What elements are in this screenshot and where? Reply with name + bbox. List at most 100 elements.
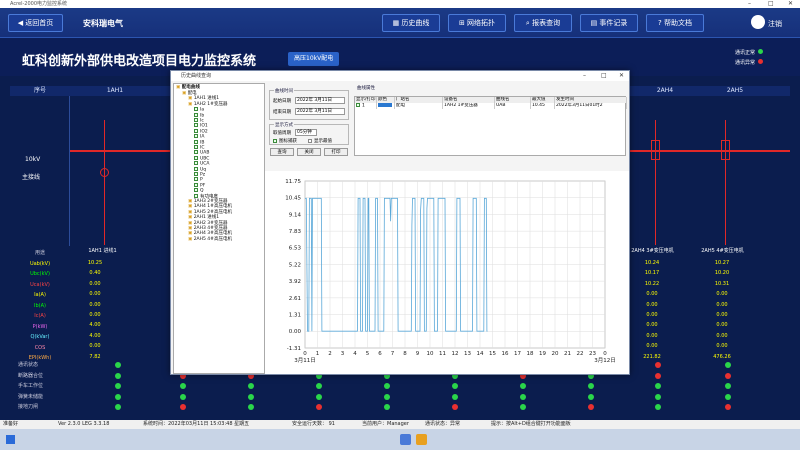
- start-date-label: 起始日期: [273, 99, 291, 104]
- prop-cell-color[interactable]: [377, 103, 395, 109]
- x-tick-label: 12: [452, 351, 459, 357]
- x-tick-label: 10: [427, 351, 434, 357]
- value-ia: 0.00: [89, 291, 101, 298]
- checkbox-checked-icon: [194, 112, 198, 117]
- query-button[interactable]: 查询: [270, 148, 294, 156]
- checkbox-checked-icon: [194, 118, 198, 122]
- checkbox-checked-icon: [194, 134, 198, 139]
- status-indicator-dot: [384, 393, 390, 400]
- maximize-button[interactable]: □: [768, 0, 774, 8]
- x-tick-label: 20: [552, 351, 559, 357]
- tree-item[interactable]: ▣ 2AH5 4#高压电机: [188, 237, 232, 242]
- app-taskbar-icon[interactable]: [400, 434, 411, 445]
- report-button[interactable]: ⌕ 报表查询: [514, 14, 572, 32]
- status-indicator-dot: [520, 383, 526, 389]
- status-indicator-dot: [115, 372, 121, 379]
- feeder-line-2ah5: [725, 120, 726, 245]
- color-swatch: [378, 103, 392, 107]
- time-group: 曲线时间 起始日期 2022年 3月11日 结束日期 2022年 3月11日: [269, 88, 349, 120]
- label-q: Q(kVar): [30, 334, 50, 340]
- x-tick-label: 3: [341, 351, 345, 357]
- value-epi: 476.26: [713, 353, 731, 360]
- status-indicator-dot: [725, 404, 731, 410]
- value-epi: 7.82: [89, 353, 101, 360]
- home-button[interactable]: ◀ 返回首页: [8, 14, 63, 32]
- value-uca: 10.31: [714, 280, 730, 287]
- dialog-minimize-button[interactable]: –: [583, 71, 586, 81]
- print-button[interactable]: 打印: [324, 148, 348, 156]
- status-indicator-dot: [452, 383, 458, 389]
- x-tick-label: 14: [477, 351, 484, 357]
- x-tick-label: 0: [603, 351, 607, 357]
- red-dot-icon: [758, 59, 764, 64]
- window-titlebar: Acrel-2000电力监控系统 – □ ✕: [0, 0, 800, 8]
- start-date-field[interactable]: 2022年 3月11日: [295, 97, 345, 104]
- help-button[interactable]: ? 帮助文档: [646, 14, 704, 32]
- x-tick-label: 16: [502, 351, 509, 357]
- max-checkbox[interactable]: 显示最值: [308, 138, 332, 144]
- value-uab: 10.24: [644, 260, 660, 266]
- data-label-column: 用途 Uab(kV) Ubc(kV) Uca(kV) Ia(A) Ib(A) I…: [10, 248, 70, 364]
- checkbox-checked-icon: [194, 172, 198, 176]
- label-ib: Ib(A): [34, 302, 46, 309]
- status-indicator-dot: [452, 393, 458, 400]
- x-tick-label: 22: [577, 351, 584, 357]
- label-ic: Ic(A): [34, 313, 46, 319]
- close-dialog-button[interactable]: 关闭: [297, 148, 321, 156]
- col-header-1ah1: 1AH1: [106, 87, 124, 94]
- end-date-field[interactable]: 2022年 3月11日: [295, 108, 345, 115]
- prop-cell-time: 2022年3月11日01时2: [555, 103, 627, 109]
- dialog-maximize-button[interactable]: □: [601, 71, 607, 81]
- y-tick-label: 3.92: [289, 279, 301, 285]
- value-uca: 0.00: [89, 280, 101, 287]
- checkbox-checked-icon: [194, 177, 198, 182]
- history-curve-button[interactable]: ▦ 历史曲线: [382, 14, 440, 32]
- tab-hv-distribution[interactable]: 高压10kV配电: [288, 52, 340, 66]
- interval-select[interactable]: 05分钟: [295, 129, 317, 136]
- close-button[interactable]: ✕: [788, 0, 793, 8]
- green-dot-icon: [758, 49, 764, 54]
- breaker-symbol-2ah5: [721, 140, 730, 160]
- value-ib: 0.00: [89, 301, 101, 308]
- col-name-1ah1: 1AH1 进线1: [88, 248, 117, 254]
- tree-root[interactable]: ▣ 配电曲线: [176, 85, 200, 90]
- x-tick-label: 9: [416, 351, 420, 357]
- windows-start-icon[interactable]: [6, 435, 15, 444]
- prop-cell-curve: UAB: [495, 103, 531, 109]
- prop-cell-index[interactable]: 1: [355, 103, 377, 109]
- x-tick-label: 6: [378, 351, 382, 357]
- x-date-label: 3月12日: [594, 357, 616, 364]
- value-q: 0.00: [716, 332, 728, 339]
- minimize-button[interactable]: –: [748, 0, 751, 8]
- x-tick-label: 18: [527, 351, 534, 357]
- x-tick-label: 17: [514, 351, 521, 357]
- logout-link[interactable]: 注销: [768, 19, 782, 29]
- folder-taskbar-icon[interactable]: [416, 434, 427, 445]
- value-p: 0.00: [716, 322, 728, 329]
- col-name-2ah5: 2AH5 4#变压电机: [701, 248, 744, 254]
- curve-tree: ▣ 配电曲线 ▣ 配电 ▣ 1AH1 进线1 ▣ 1AH2 1#变压器 Ia Ib Ic I…: [173, 83, 265, 374]
- value-cos: 0.00: [646, 343, 658, 350]
- user-avatar-icon[interactable]: [751, 15, 765, 29]
- status-label-column: 通讯状态 断路器合位 手车工作位 弹簧未储能 接地刀闸: [10, 360, 70, 413]
- x-tick-label: 2: [328, 351, 332, 357]
- cursor-checkbox[interactable]: 图标捕获: [273, 138, 297, 144]
- values-2ah5: 10.27 10.20 10.31 0.00 0.00 0.00 0.00 0.00 0.00 4…: [702, 258, 742, 362]
- x-tick-label: 7: [391, 351, 395, 357]
- dialog-close-button[interactable]: ✕: [619, 71, 624, 81]
- interval-label: 取值周期: [273, 131, 291, 136]
- value-ubc: 10.20: [714, 270, 730, 277]
- time-group-label: 曲线时间: [274, 88, 294, 94]
- status-indicator-dot: [655, 404, 661, 410]
- prop-cell-device: 1AH2 1#变压器: [443, 103, 495, 109]
- events-button[interactable]: ▤ 事件记录: [580, 14, 638, 32]
- topology-button[interactable]: ⊞ 网络拓扑: [448, 14, 506, 32]
- window-title: Acrel-2000电力监控系统: [10, 1, 68, 7]
- page-title: 虹科创新外部供电改造项目电力监控系统: [22, 54, 257, 69]
- x-tick-label: 11: [439, 351, 446, 357]
- busbar-voltage: 10kV: [25, 156, 41, 163]
- y-tick-label: 2.61: [289, 296, 301, 302]
- checkbox-icon: [308, 138, 312, 143]
- status-indicator-dot: [655, 372, 661, 379]
- checkbox-checked-icon: [194, 123, 198, 128]
